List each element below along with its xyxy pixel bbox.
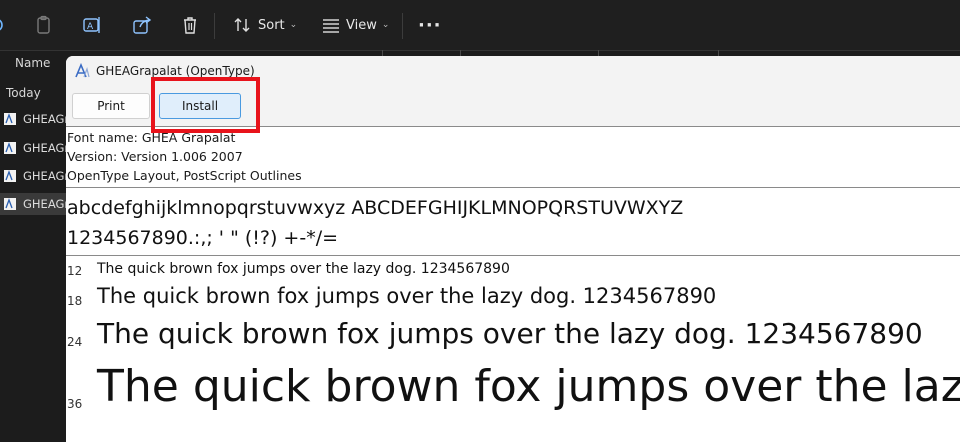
sample-text: The quick brown fox jumps over the lazy … (97, 284, 717, 308)
rename-icon[interactable]: A (82, 0, 102, 50)
font-file-icon (4, 142, 16, 154)
sample-line-18: 18 The quick brown fox jumps over the la… (66, 282, 960, 314)
file-name: GHEAGrapalat (23, 112, 66, 126)
print-button[interactable]: Print (72, 93, 150, 119)
file-row[interactable]: GHEAGrapalat (0, 137, 66, 159)
group-header-today[interactable]: Today (6, 86, 41, 100)
more-options-button[interactable]: ··· (418, 0, 442, 50)
view-label: View (346, 17, 377, 33)
svg-text:A: A (87, 22, 94, 32)
font-file-icon (4, 198, 16, 210)
sort-button[interactable]: Sort ⌄ (234, 0, 297, 50)
sample-text: The quick brown fox jumps over the lazy … (97, 261, 510, 277)
column-header-border (0, 50, 960, 51)
sample-line-36: 36 The quick brown fox jumps over the la… (66, 360, 960, 442)
sample-text: The quick brown fox jumps over the lazy … (97, 317, 923, 350)
sample-size-label: 36 (67, 397, 83, 411)
sort-label: Sort (258, 17, 285, 33)
toolbar-divider (402, 13, 403, 39)
sample-size-label: 18 (67, 294, 83, 308)
share-icon[interactable] (132, 0, 152, 50)
font-file-icon (4, 170, 16, 182)
toolbar-divider (214, 13, 215, 39)
charset-letters: abcdefghijklmnopqrstuvwxyz ABCDEFGHIJKLM… (67, 197, 684, 219)
file-row[interactable]: GHEAGrapalat (0, 108, 66, 130)
file-row-selected[interactable]: GHEAGrapalat (0, 193, 66, 215)
chevron-down-icon: ⌄ (289, 20, 298, 30)
font-viewer-command-bar: Print Install (66, 86, 960, 127)
column-header-name[interactable]: Name (15, 56, 50, 70)
font-file-icon (4, 113, 16, 125)
font-version-line: Version: Version 1.006 2007 (67, 149, 243, 164)
font-outlines-line: OpenType Layout, PostScript Outlines (67, 168, 302, 183)
chevron-down-icon: ⌄ (381, 20, 390, 30)
font-viewer-window: GHEAGrapalat (OpenType) Print Install Fo… (66, 56, 960, 442)
charset-digits: 1234567890.:,; ' " (!?) +-*/= (67, 227, 339, 249)
view-button[interactable]: View ⌄ (322, 0, 389, 50)
font-viewer-titlebar[interactable]: GHEAGrapalat (OpenType) (66, 56, 960, 86)
sample-text: The quick brown fox jumps over the lazy … (97, 361, 960, 412)
sample-line-24: 24 The quick brown fox jumps over the la… (66, 314, 960, 360)
view-icon (323, 19, 339, 33)
font-name-line: Font name: GHEA Grapalat (67, 130, 236, 145)
character-set-section: abcdefghijklmnopqrstuvwxyz ABCDEFGHIJKLM… (66, 189, 960, 256)
file-name: GHEAGrapalat (23, 197, 66, 211)
window-title: GHEAGrapalat (OpenType) (96, 64, 255, 78)
file-row[interactable]: GHEAGrapalat (0, 165, 66, 187)
sample-size-label: 24 (67, 335, 83, 349)
sample-size-label: 12 (67, 264, 83, 278)
partial-icon[interactable] (0, 0, 6, 50)
file-name: GHEAGrapalat (23, 169, 66, 183)
font-viewer-app-icon (75, 63, 90, 78)
delete-icon[interactable] (180, 0, 200, 50)
sample-line-12: 12 The quick brown fox jumps over the la… (66, 260, 960, 282)
file-name: GHEAGrapalat (23, 141, 66, 155)
paste-icon[interactable] (34, 0, 54, 50)
font-info-section: Font name: GHEA Grapalat Version: Versio… (66, 128, 960, 188)
sort-icon (234, 18, 250, 32)
install-button[interactable]: Install (159, 93, 241, 119)
explorer-toolbar: A Sort ⌄ View ⌄ ··· (0, 0, 960, 50)
